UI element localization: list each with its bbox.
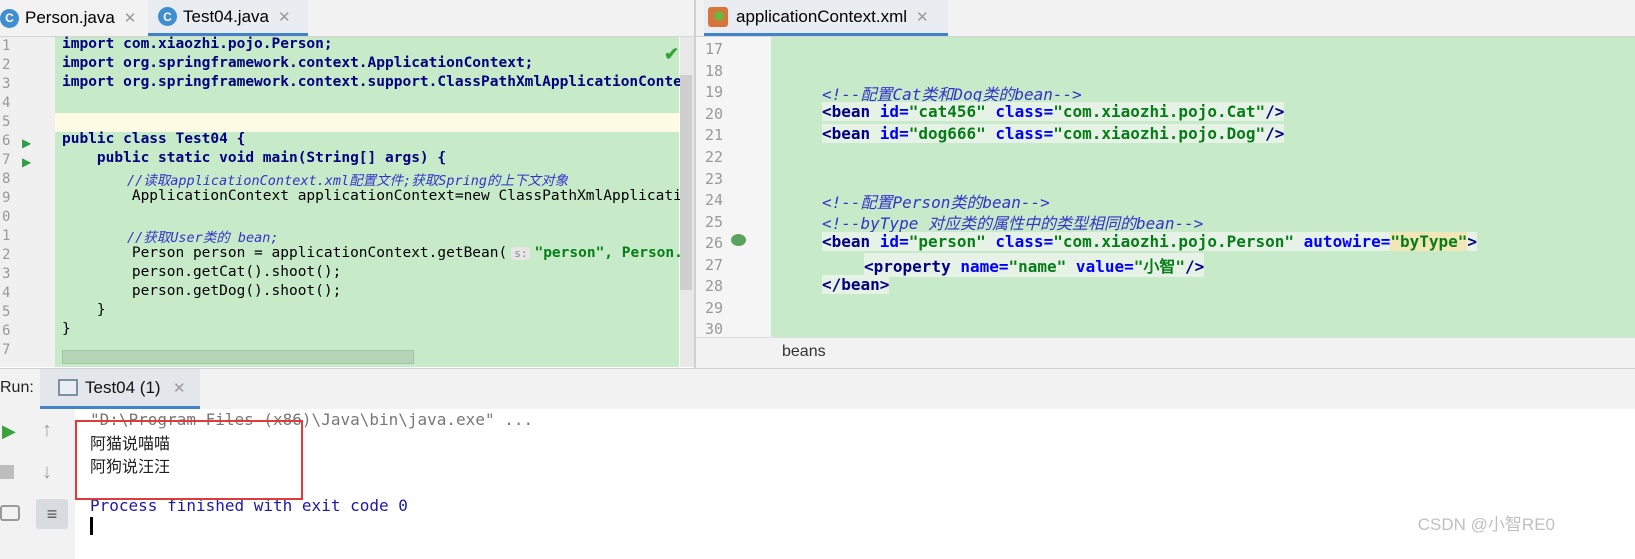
attr-value: "com.xiaozhi.pojo.Person" — [1053, 232, 1295, 251]
scroll-down-icon[interactable]: ↓ — [42, 461, 52, 484]
code-line: public class Test04 { — [62, 131, 246, 147]
code-line: person.getCat().shoot(); — [62, 264, 342, 280]
xml-code[interactable]: <!--配置Cat类和Dog类的bean--> <bean id="cat456… — [696, 37, 1635, 337]
rerun-icon[interactable]: ▶ — [2, 421, 16, 442]
attr-value: "name" — [1008, 257, 1067, 276]
soft-wrap-icon[interactable]: ≡ — [36, 499, 68, 529]
attr-value: "小智" — [1133, 257, 1186, 276]
xml-bean-cat: <bean id="cat456" class="com.xiaozhi.poj… — [822, 102, 1285, 121]
xml-bean-person: <bean id="person" class="com.xiaozhi.poj… — [822, 232, 1478, 251]
highlight-box — [75, 420, 303, 500]
string-literal: "person", Person.cl — [534, 245, 680, 261]
java-scrollbar-thumb[interactable] — [680, 75, 692, 290]
attr-value: "com.xiaozhi.pojo.Cat" — [1053, 102, 1266, 121]
xml-bean-dog: <bean id="dog666" class="com.xiaozhi.poj… — [822, 124, 1285, 143]
attr-value: "person" — [908, 232, 986, 251]
run-tool-window-header: Run: Test04 (1) ✕ — [0, 368, 1635, 410]
code-comment: //获取User类的 bean; — [62, 230, 279, 246]
text-cursor — [90, 517, 93, 535]
xml-file-icon — [708, 6, 728, 27]
xml-comment: <!--byType 对应类的属性中的类型相同的bean--> — [822, 214, 1204, 233]
code-line: } — [62, 321, 71, 337]
tab-label: applicationContext.xml — [736, 6, 908, 26]
code-comment: //读取applicationContext.xml配置文件;获取Spring的… — [62, 173, 568, 189]
run-toolbar: ▶ ↑ ↓ ≡ — [0, 409, 76, 559]
code-line: ApplicationContext applicationContext=ne… — [62, 188, 680, 204]
code-line: } — [62, 302, 106, 318]
xml-breadcrumb-bar — [696, 337, 1635, 369]
console-icon — [58, 379, 78, 396]
xml-breadcrumb[interactable]: beans — [782, 343, 826, 361]
camera-icon[interactable] — [0, 505, 20, 521]
xml-property: <property name="name" value="小智"/> — [864, 253, 1205, 277]
code-line: import org.springframework.context.suppo… — [62, 74, 680, 90]
code-line: import org.springframework.context.Appli… — [62, 55, 534, 71]
run-tab[interactable]: Test04 (1) ✕ — [40, 369, 200, 409]
code-text: Person person = applicationContext.getBe… — [62, 245, 508, 261]
xml-bean-close: </bean> — [822, 275, 890, 294]
attr-value: "cat456" — [908, 102, 986, 121]
attr-value: "dog666" — [908, 124, 986, 143]
code-line: Person person = applicationContext.getBe… — [62, 245, 680, 261]
code-line: person.getDog().shoot(); — [62, 283, 342, 299]
close-icon[interactable]: ✕ — [173, 379, 186, 397]
param-hint: s: — [511, 247, 531, 260]
run-label: Run: — [0, 379, 34, 396]
watermark: CSDN @小智RE0 — [1417, 515, 1555, 534]
code-line: import com.xiaozhi.pojo.Person; — [62, 36, 333, 52]
console-output[interactable]: "D:\Program Files (x86)\Java\bin\java.ex… — [75, 409, 1635, 559]
stop-icon[interactable] — [0, 465, 14, 479]
tab-application-context-xml[interactable]: applicationContext.xml ✕ — [704, 0, 948, 36]
attr-value: "com.xiaozhi.pojo.Dog" — [1053, 124, 1266, 143]
attr-value: "byType" — [1390, 232, 1468, 251]
java-code[interactable]: import com.xiaozhi.pojo.Person; import o… — [0, 0, 680, 368]
run-tab-label: Test04 (1) — [85, 378, 161, 397]
code-line: public static void main(String[] args) { — [62, 150, 447, 166]
close-icon[interactable]: ✕ — [916, 8, 929, 26]
scroll-up-icon[interactable]: ↑ — [42, 419, 52, 442]
right-tab-bar: applicationContext.xml ✕ — [696, 0, 1635, 37]
